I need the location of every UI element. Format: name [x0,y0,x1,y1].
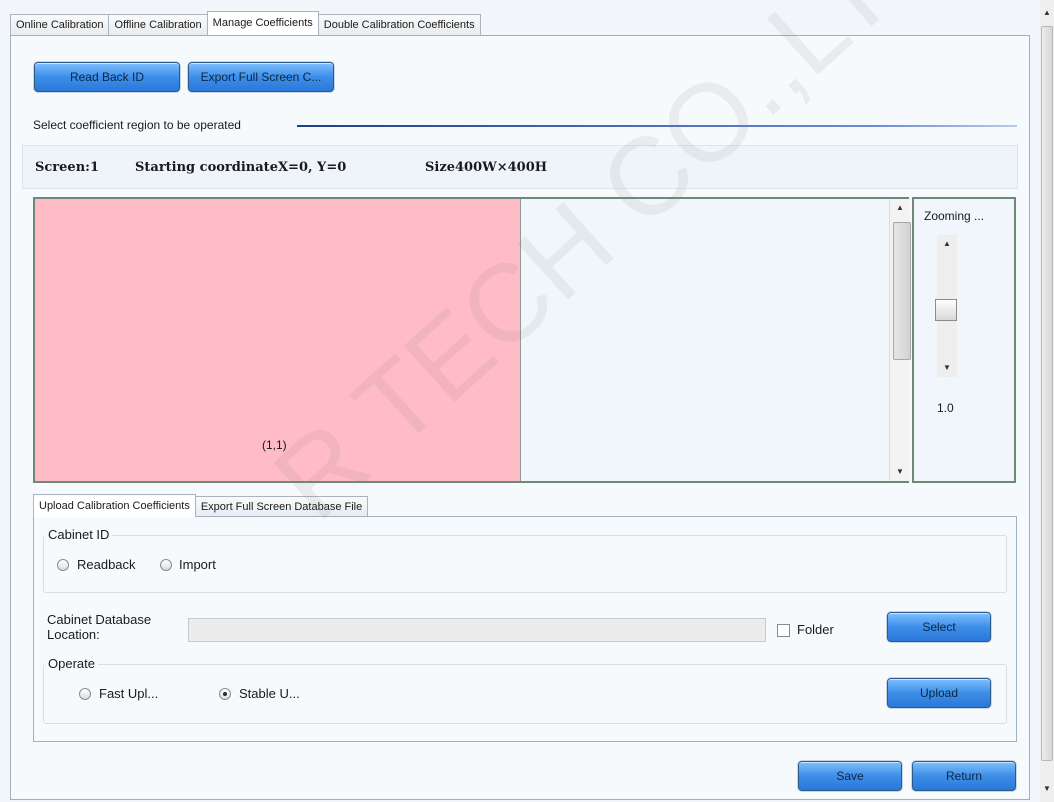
fast-upload-radio[interactable] [79,688,91,700]
starting-coordinate: Starting coordinateX=0, Y=0 [135,160,347,175]
tab-offline-calibration[interactable]: Offline Calibration [108,14,208,36]
tab-online-calibration[interactable]: Online Calibration [10,14,110,36]
folder-label: Folder [797,622,834,637]
upload-button[interactable]: Upload [887,678,991,708]
region-coordinate-label: (1,1) [262,438,287,452]
tab-upload-calibration-coefficients[interactable]: Upload Calibration Coefficients [33,494,196,517]
save-button[interactable]: Save [798,761,902,791]
cabinet-id-title: Cabinet ID [45,527,113,542]
screen-size: Size400W×400H [425,160,548,175]
window-scroll-down-icon[interactable]: ▼ [1043,784,1051,793]
stable-upload-label: Stable U... [239,686,300,701]
fast-upload-label: Fast Upl... [99,686,159,701]
operate-title: Operate [45,656,98,671]
tab-manage-coefficients[interactable]: Manage Coefficients [206,11,319,35]
import-label: Import [179,557,216,572]
export-full-screen-button[interactable]: Export Full Screen C... [188,62,334,92]
operate-group [43,664,1007,724]
canvas-vertical-scrollbar[interactable]: ▲ ▼ [889,199,911,481]
window-scroll-up-icon[interactable]: ▲ [1043,8,1051,17]
window-vertical-scrollbar[interactable]: ▲ ▼ [1040,0,1054,802]
zoom-title: Zooming ... [924,209,985,223]
window-scroll-thumb[interactable] [1041,26,1053,761]
section-divider [297,125,1017,127]
zoom-up-icon[interactable]: ▲ [943,239,951,248]
scroll-thumb[interactable] [893,222,911,360]
zoom-value: 1.0 [937,401,954,415]
scroll-down-icon[interactable]: ▼ [896,467,904,476]
scroll-up-icon[interactable]: ▲ [896,203,904,212]
tab-export-full-screen-database[interactable]: Export Full Screen Database File [194,496,369,517]
folder-checkbox[interactable] [777,624,790,637]
select-button[interactable]: Select [887,612,991,642]
cabinet-database-location-label: Cabinet Database Location: [47,612,152,642]
screen-number: Screen:1 [35,160,99,175]
top-tab-bar: Online Calibration Offline Calibration M… [10,11,481,36]
zoom-panel: Zooming ... ▲ ▼ 1.0 [912,197,1016,483]
stable-upload-radio[interactable] [219,688,231,700]
return-button[interactable]: Return [912,761,1016,791]
readback-radio[interactable] [57,559,69,571]
zoom-slider-thumb[interactable] [935,299,957,321]
bottom-tab-bar: Upload Calibration Coefficients Export F… [33,494,369,517]
readback-label: Readback [77,557,136,572]
read-back-id-button[interactable]: Read Back ID [34,62,180,92]
select-region-label: Select coefficient region to be operated [33,118,241,132]
zoom-down-icon[interactable]: ▼ [943,363,951,372]
cabinet-database-location-field[interactable] [188,618,766,642]
coefficient-region[interactable]: (1,1) [35,199,521,481]
region-canvas[interactable]: (1,1) [33,197,909,483]
import-radio[interactable] [160,559,172,571]
screen-info-bar: Screen:1 Starting coordinateX=0, Y=0 Siz… [22,145,1018,189]
tab-double-calibration-coefficients[interactable]: Double Calibration Coefficients [317,14,481,36]
